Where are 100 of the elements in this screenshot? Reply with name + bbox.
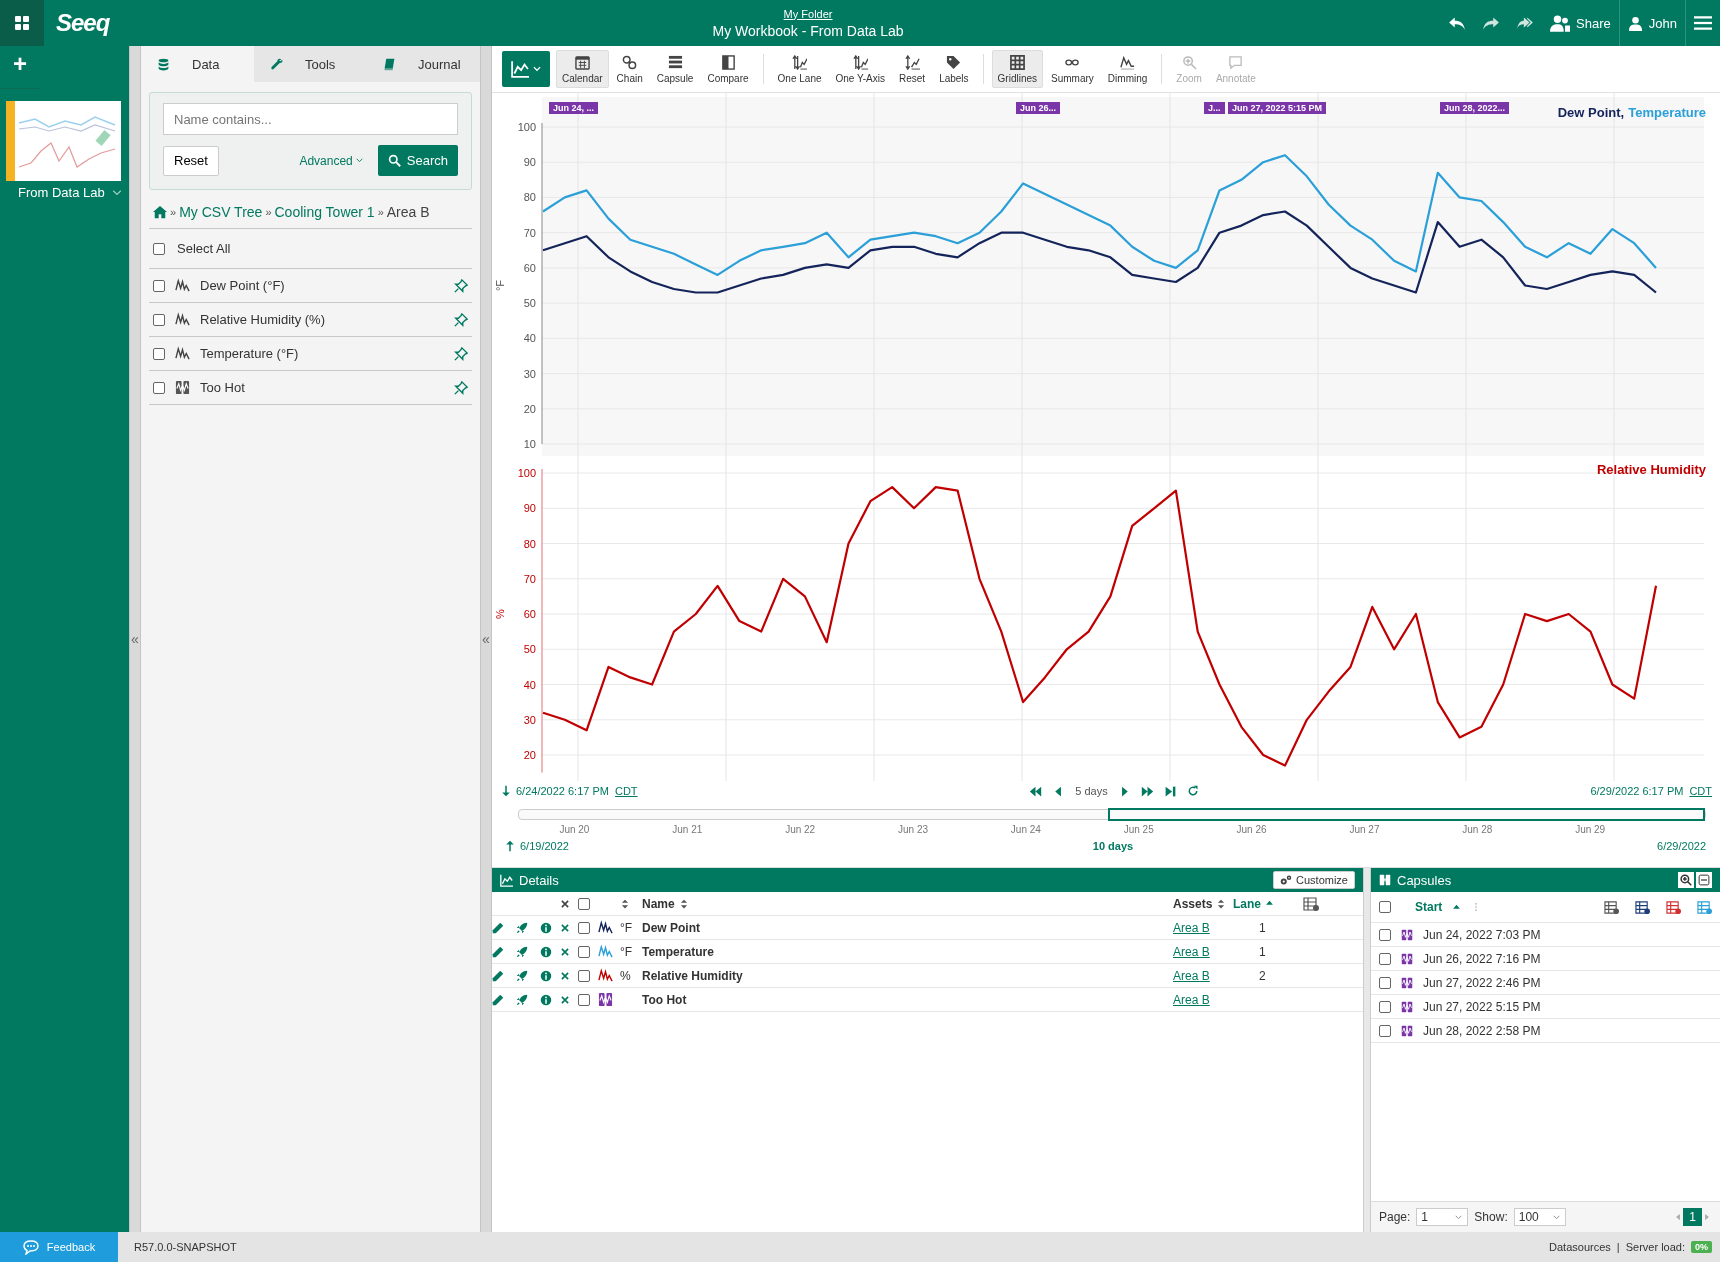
capsule-label[interactable]: Jun 27, 2022 5:15 PM: [1228, 102, 1327, 114]
page-button[interactable]: 1: [1683, 1208, 1702, 1226]
column-header[interactable]: Assets: [1173, 896, 1213, 911]
checkbox[interactable]: [578, 969, 590, 982]
column-header[interactable]: Start: [1415, 900, 1443, 914]
unit-label: °F: [620, 920, 633, 935]
checkbox[interactable]: [153, 381, 165, 394]
checkbox[interactable]: [1379, 952, 1391, 965]
datasources-link[interactable]: Datasources: [1549, 1241, 1611, 1253]
checkbox[interactable]: [1379, 928, 1391, 941]
axis-tick-label: 60: [523, 608, 536, 620]
capsule-icon: [1379, 874, 1391, 886]
item-label[interactable]: Relative Humidity (%): [200, 312, 444, 327]
info-icon: [540, 921, 552, 934]
toolbar-button[interactable]: Capsule: [650, 50, 700, 88]
view-dropdown[interactable]: [502, 51, 550, 87]
advanced-link[interactable]: Advanced: [293, 152, 370, 169]
asset-link[interactable]: Area B: [1173, 920, 1210, 935]
breadcrumb-link[interactable]: My CSV Tree: [179, 204, 263, 220]
capsule-label[interactable]: Jun 24, ...: [549, 102, 598, 114]
user-menu[interactable]: John: [1619, 0, 1685, 46]
share-button[interactable]: Share: [1542, 0, 1619, 46]
checkbox[interactable]: [153, 347, 165, 360]
checkbox[interactable]: [578, 945, 590, 958]
column-header[interactable]: Name: [642, 896, 675, 911]
overview-end[interactable]: 6/29/2022: [1657, 840, 1706, 852]
timeline-tick-label: Jun 25: [1122, 824, 1155, 835]
table-cell: 1: [1259, 944, 1266, 959]
asset-link[interactable]: Area B: [1173, 944, 1210, 959]
tag-icon: [946, 55, 962, 70]
sort-ascending-icon: [1265, 899, 1274, 908]
gears-icon: [1280, 874, 1293, 886]
range-start[interactable]: 6/24/2022 6:17 PM: [516, 785, 609, 797]
checkbox[interactable]: [578, 993, 590, 1006]
checkbox[interactable]: [1379, 1000, 1391, 1013]
users-icon: [1550, 13, 1571, 33]
apps-button[interactable]: [0, 0, 44, 46]
range-end[interactable]: 6/29/2022 6:17 PM: [1590, 785, 1684, 797]
toolbar-button[interactable]: Dimming: [1101, 50, 1154, 88]
item-label[interactable]: Dew Point (°F): [200, 278, 444, 293]
column-header[interactable]: Lane: [1233, 896, 1261, 911]
axis-tick-label: 90: [523, 502, 536, 515]
add-worksheet-button[interactable]: +: [0, 46, 40, 89]
overview-start[interactable]: 6/19/2022: [520, 840, 569, 852]
rewind-icon: [1029, 784, 1043, 798]
capsule-label[interactable]: Jun 26...: [1016, 102, 1060, 114]
checkbox[interactable]: [1379, 976, 1391, 989]
grid-icon: [1009, 55, 1025, 70]
info-icon: [540, 993, 552, 1006]
toolbar-button[interactable]: Reset: [893, 50, 932, 88]
toolbar-button[interactable]: Summary: [1045, 50, 1100, 88]
checkbox[interactable]: [1379, 1024, 1391, 1037]
table-settings-icon: [1666, 899, 1681, 915]
timeline-tick-label: Jun 27: [1348, 824, 1381, 835]
customize-button[interactable]: Customize: [1273, 871, 1355, 889]
checkbox[interactable]: [153, 313, 165, 326]
checkbox[interactable]: [153, 242, 165, 255]
checkbox[interactable]: [578, 921, 590, 934]
search-button[interactable]: Search: [377, 145, 458, 176]
reset-button[interactable]: Reset: [163, 145, 219, 176]
toolbar-button[interactable]: One Y-Axis: [829, 50, 891, 88]
toolbar-button[interactable]: Gridlines: [991, 50, 1044, 88]
item-label[interactable]: Too Hot: [200, 380, 444, 395]
worksheet-name[interactable]: From Data Lab: [18, 185, 105, 200]
checkbox[interactable]: [1379, 901, 1391, 913]
breadcrumb-link[interactable]: Cooling Tower 1: [274, 204, 375, 220]
timezone-link[interactable]: CDT: [614, 785, 638, 797]
item-label[interactable]: Temperature (°F): [200, 346, 444, 361]
toolbar-button[interactable]: Chain: [610, 50, 649, 88]
timezone-link[interactable]: CDT: [1689, 785, 1712, 797]
bars-icon: [667, 55, 683, 70]
duration-field[interactable]: 5 days: [1075, 785, 1108, 797]
axis-tick-label: 40: [523, 332, 536, 345]
overview-duration: 10 days: [1092, 840, 1134, 852]
tab[interactable]: Tools: [254, 46, 367, 82]
page-size-select[interactable]: 100: [1513, 1208, 1566, 1226]
asset-link[interactable]: Area B: [1173, 992, 1210, 1007]
page-select[interactable]: 1: [1416, 1208, 1469, 1226]
capsule-label[interactable]: J...: [1204, 102, 1225, 114]
tab[interactable]: Journal: [367, 46, 480, 82]
capsule-label[interactable]: Jun 28, 2022...: [1440, 102, 1510, 114]
axis-tick-label: 20: [523, 402, 536, 415]
toolbar-button[interactable]: Labels: [933, 50, 975, 88]
server-load-badge: 0%: [1691, 1241, 1712, 1253]
range-selection[interactable]: [1108, 808, 1705, 821]
refresh-icon: [1186, 785, 1199, 797]
overview-slider[interactable]: [518, 809, 1706, 820]
collapse-handle[interactable]: «: [131, 631, 139, 647]
toolbar-button[interactable]: Calendar: [556, 50, 609, 88]
checkbox[interactable]: [153, 279, 165, 292]
search-field[interactable]: Name contains...: [163, 103, 458, 135]
collapse-handle[interactable]: «: [482, 631, 490, 647]
capsule-icon: [1401, 1024, 1413, 1037]
axis-tick-label: 80: [523, 191, 536, 204]
toolbar-button[interactable]: One Lane: [771, 50, 828, 88]
asset-link[interactable]: Area B: [1173, 968, 1210, 983]
folder-link[interactable]: My Folder: [783, 7, 833, 20]
toolbar-button[interactable]: Compare: [701, 50, 755, 88]
checkbox[interactable]: [578, 897, 590, 910]
table-settings-icon: [1303, 895, 1319, 912]
